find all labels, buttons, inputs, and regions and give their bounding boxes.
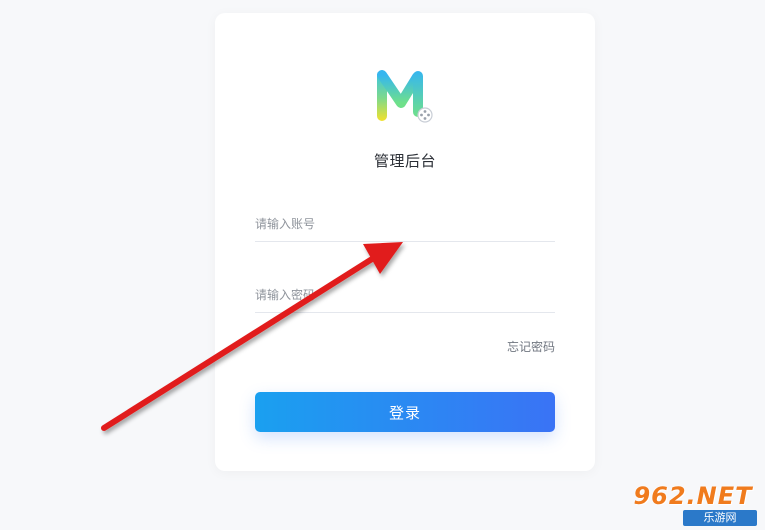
watermark-sub: 乐游网 — [683, 510, 757, 526]
password-field — [255, 278, 555, 313]
watermark-brand: 962.NET — [633, 482, 753, 510]
login-card: 管理后台 忘记密码 登录 — [215, 13, 595, 471]
brand-logo-icon — [377, 70, 433, 123]
password-input[interactable] — [255, 288, 555, 302]
forgot-password-link[interactable]: 忘记密码 — [507, 338, 555, 355]
page-title: 管理后台 — [373, 152, 436, 170]
login-button[interactable]: 登录 — [255, 392, 555, 432]
account-input[interactable] — [255, 217, 555, 231]
account-field — [255, 207, 555, 242]
site-watermark: 962.NET 乐游网 — [627, 482, 759, 526]
